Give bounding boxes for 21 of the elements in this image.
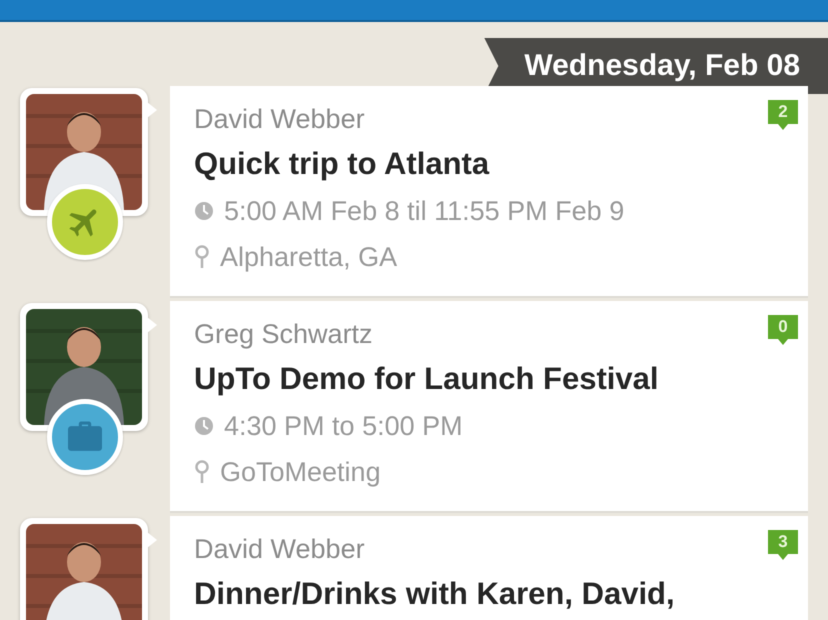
event-time: 4:30 PM to 5:00 PM <box>224 410 463 443</box>
event-title: Quick trip to Atlanta <box>194 145 490 183</box>
comment-count: 2 <box>768 100 798 130</box>
comment-count: 3 <box>768 530 798 560</box>
location-pin-icon <box>194 460 210 484</box>
briefcase-icon <box>66 420 104 454</box>
location-pin-icon <box>194 245 210 269</box>
event-title: UpTo Demo for Launch Festival <box>194 360 660 398</box>
event-card[interactable]: David Webber Dinner/Drinks with Karen, David, 3 <box>170 516 808 620</box>
comment-count: 0 <box>768 315 798 345</box>
event-location: Alpharetta, GA <box>220 241 398 274</box>
event-author: David Webber <box>194 533 365 566</box>
event-location: GoToMeeting <box>220 456 381 489</box>
event-title: Dinner/Drinks with Karen, David, <box>194 575 676 613</box>
clock-icon <box>194 416 214 436</box>
event-author: David Webber <box>194 103 365 136</box>
event-time: 5:00 AM Feb 8 til 11:55 PM Feb 9 <box>224 195 624 228</box>
event-author: Greg Schwartz <box>194 318 373 351</box>
event-card[interactable]: David Webber Quick trip to Atlanta 5:00 AM Feb 8 til 11:55 PM Feb 9 Alpharetta, GA 2 <box>170 86 808 298</box>
clock-icon <box>194 201 214 221</box>
event-card[interactable]: Greg Schwartz UpTo Demo for Launch Festival 4:30 PM to 5:00 PM GoToMeeting 0 <box>170 301 808 513</box>
